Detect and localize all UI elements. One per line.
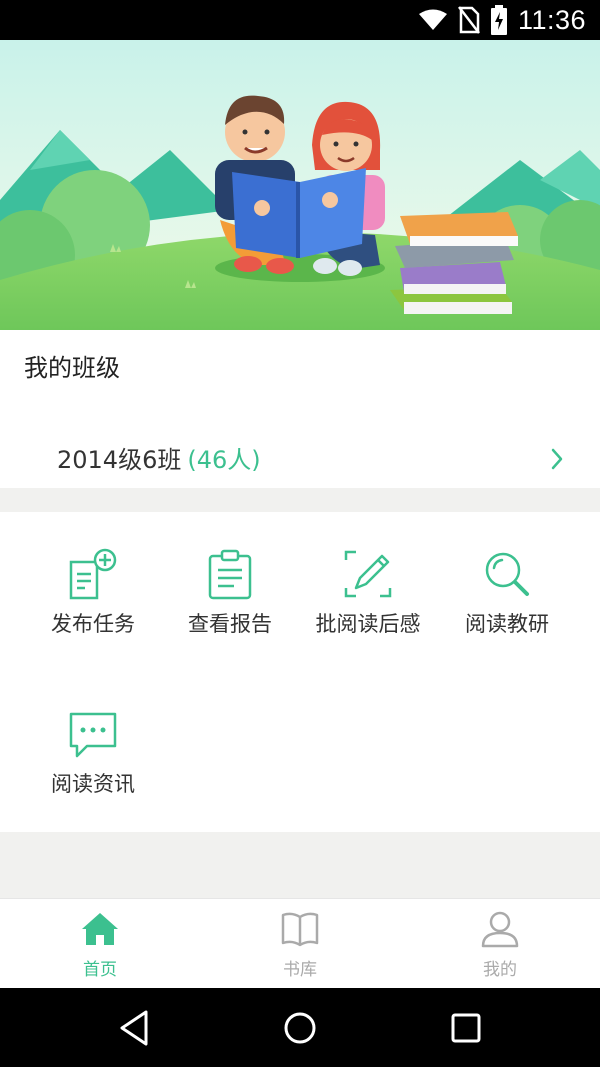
add-task-icon — [69, 548, 117, 600]
recents-icon[interactable] — [444, 1006, 488, 1050]
nav-home[interactable]: 首页 — [0, 899, 200, 989]
feature-label: 查看报告 — [188, 612, 272, 636]
feature-review-reading[interactable]: 批阅读后感 — [293, 512, 443, 636]
home-button-icon[interactable] — [278, 1006, 322, 1050]
no-sim-icon — [457, 6, 480, 34]
feature-label: 阅读资讯 — [51, 772, 135, 796]
banner-illustration — [0, 40, 600, 330]
nav-library[interactable]: 书库 — [200, 899, 400, 989]
section-title-my-class: 我的班级 — [24, 354, 120, 382]
bottom-nav: 首页 书库 我的 — [0, 898, 600, 988]
class-row[interactable]: 2014级6班 (46人) — [0, 432, 600, 488]
search-research-icon — [485, 552, 529, 596]
clipboard-report-icon — [208, 549, 252, 600]
home-icon — [82, 913, 118, 945]
chat-news-icon — [69, 712, 117, 758]
nav-label-profile: 我的 — [483, 960, 517, 980]
user-icon — [481, 911, 519, 948]
feature-label: 批阅读后感 — [315, 612, 421, 636]
feature-publish-task[interactable]: 发布任务 — [18, 512, 168, 636]
feature-view-report[interactable]: 查看报告 — [155, 512, 305, 636]
wifi-icon — [418, 9, 447, 30]
nav-label-home: 首页 — [83, 960, 117, 980]
nav-label-library: 书库 — [283, 960, 317, 980]
feature-reading-research[interactable]: 阅读教研 — [432, 512, 582, 636]
feature-panel: 发布任务 查看报告 批阅读后感 阅读教研 阅读资讯 — [0, 512, 600, 832]
feature-label: 阅读教研 — [465, 612, 549, 636]
back-icon[interactable] — [112, 1006, 156, 1050]
class-member-count: (46人) — [187, 446, 261, 474]
battery-charging-icon — [490, 5, 507, 35]
status-time: 11:36 — [517, 4, 586, 35]
class-name-line: 2014级6班 (46人) — [57, 440, 261, 475]
my-class-card: 我的班级 2014级6班 (46人) — [0, 330, 600, 488]
reading-kids-illustration — [0, 40, 600, 330]
book-icon — [281, 912, 319, 947]
class-name: 2014级6班 — [57, 446, 182, 474]
nav-profile[interactable]: 我的 — [400, 899, 600, 989]
chevron-right-icon — [551, 448, 563, 470]
feature-reading-news[interactable]: 阅读资讯 — [18, 672, 168, 796]
edit-review-icon — [344, 550, 392, 598]
feature-label: 发布任务 — [51, 612, 135, 636]
status-bar: 11:36 — [0, 0, 600, 40]
system-nav-bar — [0, 988, 600, 1067]
